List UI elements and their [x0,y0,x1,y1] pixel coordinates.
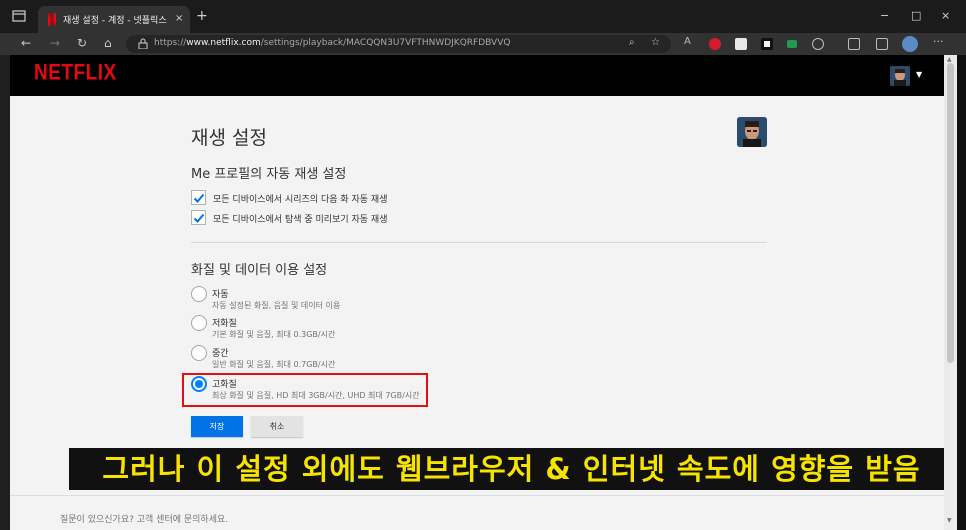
header-avatar[interactable] [890,66,910,86]
zoom-icon[interactable]: ⌕ [629,37,635,48]
quality-auto-radio[interactable] [191,286,207,302]
navigation-bar: ← → ↻ ⌂ https://www.netflix.com/settings… [0,33,966,55]
forward-icon[interactable]: → [50,36,60,50]
new-tab-button[interactable]: + [196,8,208,24]
tab-actions-icon[interactable] [12,9,28,25]
quality-section-title: 화질 및 데이터 이용 설정 [191,263,328,278]
quality-option-description: 기본 화질 및 음질, 최대 0.3GB/시간 [212,330,336,339]
close-window-button[interactable]: × [941,9,950,22]
favorites-icon[interactable] [848,38,860,50]
back-icon[interactable]: ← [21,36,31,50]
autoplay-previews-label: 모든 디바이스에서 탐색 중 미리보기 자동 재생 [213,215,388,225]
extension-square-icon[interactable] [761,38,773,50]
netflix-header: NETFLIX ▼ [10,55,944,96]
address-bar[interactable]: https://www.netflix.com/settings/playbac… [126,35,671,53]
extension-red-icon[interactable] [709,38,721,50]
quality-option-label: 저화질 [212,319,237,329]
profile-avatar-icon[interactable] [902,36,918,52]
lock-icon [138,38,148,49]
scroll-thumb[interactable] [947,63,954,363]
read-aloud-icon[interactable]: A [684,36,696,48]
extension-green-icon[interactable] [787,40,797,48]
caption-banner: 그러나 이 설정 외에도 웹브라우저 & 인터넷 속도에 영향을 받음 [69,448,954,490]
checkmark-icon [193,193,205,203]
collections-icon[interactable] [876,38,888,50]
footer-help-text[interactable]: 질문이 있으신가요? 고객 센터에 문의하세요. [60,512,228,525]
checkmark-icon [193,213,205,223]
highlight-box [182,373,428,407]
address-url: https://www.netflix.com/settings/playbac… [154,38,511,48]
autoplay-previews-checkbox[interactable] [191,210,206,225]
autoplay-next-episode-checkbox[interactable] [191,190,206,205]
tab-strip: 재생 설정 - 계정 - 넷플릭스 × + − □ × [0,0,966,33]
quality-option-label: 중간 [212,349,229,359]
refresh-icon[interactable]: ↻ [77,36,87,50]
tab-close-icon[interactable]: × [175,13,183,24]
autoplay-next-episode-label: 모든 디바이스에서 시리즈의 다음 화 자동 재생 [213,195,388,205]
netflix-favicon-icon [48,13,56,26]
extensions-icon[interactable] [812,38,824,50]
profile-avatar [737,117,767,147]
browser-window: 재생 설정 - 계정 - 넷플릭스 × + − □ × ← → ↻ ⌂ http… [0,0,966,530]
save-button[interactable]: 저장 [191,416,243,437]
quality-option-description: 자동 설정된 화질, 음질 및 데이터 이용 [212,301,341,310]
netflix-logo[interactable]: NETFLIX [34,61,117,86]
section-divider [191,242,767,243]
tab-title: 재생 설정 - 계정 - 넷플릭스 [63,16,167,26]
quality-low-radio[interactable] [191,315,207,331]
autoplay-section-title: Me 프로필의 자동 재생 설정 [191,167,347,182]
maximize-button[interactable]: □ [911,9,921,22]
footer-divider [10,495,944,496]
quality-option-label: 자동 [212,290,229,300]
window-edge [957,55,966,530]
page-title: 재생 설정 [191,127,267,149]
extension-box-icon[interactable] [735,38,747,50]
caption-text: 그러나 이 설정 외에도 웹브라우저 & 인터넷 속도에 영향을 받음 [102,452,921,486]
cancel-button[interactable]: 취소 [251,416,303,437]
quality-option-description: 일반 화질 및 음질, 최대 0.7GB/시간 [212,360,336,369]
minimize-button[interactable]: − [880,9,889,22]
more-menu-icon[interactable]: ··· [933,35,944,48]
tab-netflix[interactable]: 재생 설정 - 계정 - 넷플릭스 × [38,6,190,33]
account-dropdown-caret-icon[interactable]: ▼ [916,70,922,79]
home-icon[interactable]: ⌂ [104,36,112,50]
page-scrollbar[interactable]: ▲ ▼ [944,55,957,530]
scroll-up-icon[interactable]: ▲ [947,56,952,63]
scroll-down-icon[interactable]: ▼ [947,517,952,524]
quality-medium-radio[interactable] [191,345,207,361]
favorite-star-icon[interactable]: ☆ [651,37,660,48]
